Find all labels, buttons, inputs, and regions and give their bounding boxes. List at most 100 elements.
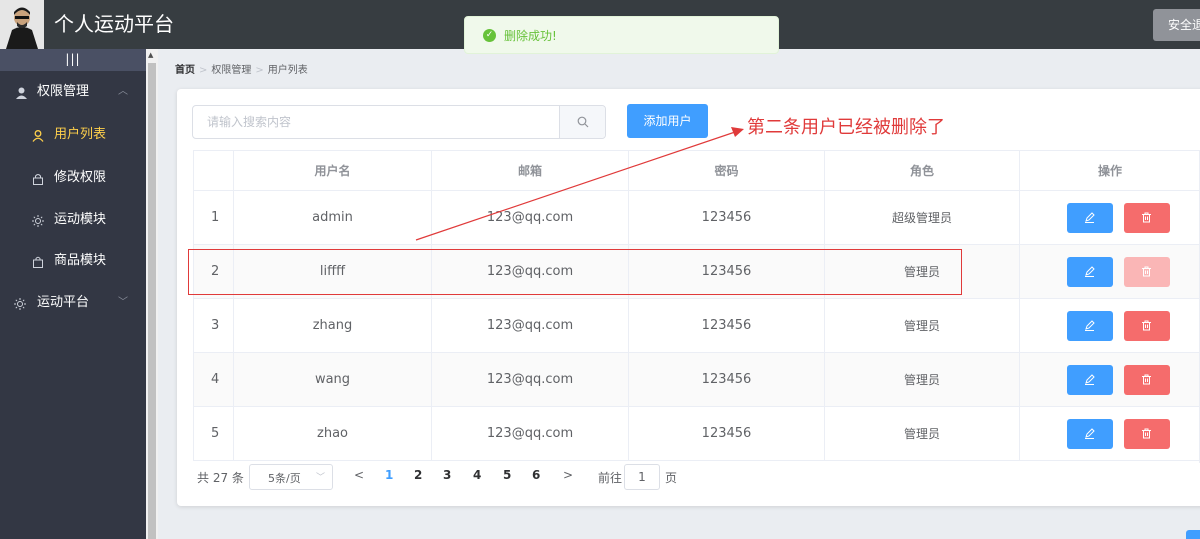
breadcrumb-separator-icon: >	[255, 65, 264, 76]
trash-icon	[1142, 320, 1151, 331]
page-number[interactable]: 3	[443, 468, 451, 482]
goto-label: 前往	[598, 471, 623, 485]
edit-button[interactable]	[1067, 419, 1113, 449]
cell-actions	[1019, 245, 1200, 298]
cell-password: 123456	[628, 191, 824, 244]
cell-username: zhao	[233, 407, 431, 460]
cell-email: 123@qq.com	[431, 245, 628, 298]
column-header-index	[193, 150, 233, 190]
cell-index: 2	[193, 245, 233, 298]
cell-password: 123456	[628, 299, 824, 352]
cell-actions	[1019, 191, 1200, 244]
cell-email: 123@qq.com	[431, 407, 628, 460]
pencil-icon	[1085, 374, 1095, 385]
pencil-icon	[1085, 428, 1095, 439]
table-row: 1 admin 123@qq.com 123456 超级管理员	[193, 191, 1200, 245]
sun-icon	[14, 283, 26, 323]
delete-button[interactable]	[1124, 365, 1170, 395]
page-number[interactable]: 2	[414, 468, 422, 482]
cell-role: 管理员	[824, 299, 1019, 352]
sidebar-item-label: 修改权限	[54, 170, 107, 185]
page-number[interactable]: 4	[473, 468, 481, 482]
edit-button[interactable]	[1067, 257, 1113, 287]
next-page-button[interactable]: >	[563, 468, 573, 482]
column-header-role: 角色	[824, 150, 1019, 190]
sidebar-item-user-list[interactable]: 用户列表	[0, 115, 146, 155]
cell-actions	[1019, 299, 1200, 352]
search-input[interactable]	[193, 106, 559, 138]
delete-button[interactable]	[1124, 311, 1170, 341]
scrollbar-thumb[interactable]	[148, 63, 156, 539]
sidebar-item-sport-module[interactable]: 运动模块	[0, 200, 146, 240]
cell-index: 3	[193, 299, 233, 352]
sidebar-item-label: 运动模块	[54, 212, 107, 227]
sidebar-item-goods-module[interactable]: 商品模块	[0, 241, 146, 281]
delete-button[interactable]	[1124, 419, 1170, 449]
cell-username: liffff	[233, 245, 431, 298]
add-user-button[interactable]: 添加用户	[627, 104, 708, 138]
success-toast: ✓ 删除成功!	[464, 16, 779, 54]
lock-icon	[32, 158, 44, 198]
cell-email: 123@qq.com	[431, 191, 628, 244]
person-icon	[32, 115, 44, 155]
cell-index: 1	[193, 191, 233, 244]
table-header-row: 用户名 邮箱 密码 角色 操作	[193, 150, 1200, 191]
cell-index: 4	[193, 353, 233, 406]
cell-index: 5	[193, 407, 233, 460]
sidebar-item-label: 商品模块	[54, 253, 107, 268]
cell-password: 123456	[628, 245, 824, 298]
pencil-icon	[1085, 266, 1095, 277]
edit-button[interactable]	[1067, 311, 1113, 341]
search-icon	[577, 116, 589, 128]
cell-role: 超级管理员	[824, 191, 1019, 244]
pencil-icon	[1085, 212, 1095, 223]
sidebar: ||| 权限管理 ︿ 用户列表 修改权限 运动模块 商品模块 运动平台 ﹀	[0, 49, 146, 539]
goto-unit-label: 页	[665, 471, 678, 485]
goto-page-input[interactable]	[624, 464, 660, 490]
table-row: 5 zhao 123@qq.com 123456 管理员	[193, 407, 1200, 461]
sun-icon	[32, 200, 44, 240]
cell-actions	[1019, 407, 1200, 460]
table-row: 2 liffff 123@qq.com 123456 管理员	[193, 245, 1200, 299]
sidebar-menu-sport-platform[interactable]: 运动平台 ﹀	[0, 283, 146, 323]
cell-username: admin	[233, 191, 431, 244]
table-row: 4 wang 123@qq.com 123456 管理员	[193, 353, 1200, 407]
app-title: 个人运动平台	[54, 12, 174, 36]
sidebar-scrollbar[interactable]: ▲	[146, 49, 158, 539]
page-number[interactable]: 6	[532, 468, 540, 482]
scroll-up-arrow-icon[interactable]: ▲	[148, 51, 153, 59]
column-header-email: 邮箱	[431, 150, 628, 190]
sidebar-item-edit-permission[interactable]: 修改权限	[0, 158, 146, 198]
sidebar-menu-label: 运动平台	[37, 295, 90, 310]
annotation-note: 第二条用户已经被删除了	[747, 117, 945, 138]
cell-role: 管理员	[824, 407, 1019, 460]
edit-button[interactable]	[1067, 365, 1113, 395]
chevron-up-icon: ︿	[118, 86, 128, 97]
page-number[interactable]: 5	[503, 468, 511, 482]
delete-button[interactable]	[1124, 203, 1170, 233]
cell-email: 123@qq.com	[431, 353, 628, 406]
cell-actions	[1019, 353, 1200, 406]
page-size-select[interactable]: 5条/页 ﹀	[249, 464, 333, 490]
prev-page-button[interactable]: <	[354, 468, 364, 482]
breadcrumb-separator-icon: >	[199, 65, 208, 76]
trash-icon	[1142, 266, 1151, 277]
sidebar-toggle-button[interactable]: |||	[0, 49, 146, 71]
delete-button[interactable]	[1124, 257, 1170, 287]
logout-button[interactable]: 安全退出	[1153, 9, 1200, 41]
column-header-actions: 操作	[1019, 150, 1200, 190]
breadcrumb-home[interactable]: 首页	[175, 65, 195, 76]
trash-icon	[1142, 428, 1151, 439]
cell-email: 123@qq.com	[431, 299, 628, 352]
cell-role: 管理员	[824, 245, 1019, 298]
edit-button[interactable]	[1067, 203, 1113, 233]
search-button[interactable]	[559, 106, 605, 138]
cell-password: 123456	[628, 353, 824, 406]
page-size-value: 5条/页	[268, 472, 301, 485]
chevron-down-icon: ﹀	[316, 473, 326, 483]
back-to-top-button[interactable]	[1186, 530, 1200, 539]
search-box	[192, 105, 606, 139]
shopping-bag-icon	[32, 241, 44, 281]
sidebar-menu-permission[interactable]: 权限管理 ︿	[0, 72, 146, 112]
page-number[interactable]: 1	[385, 468, 393, 482]
